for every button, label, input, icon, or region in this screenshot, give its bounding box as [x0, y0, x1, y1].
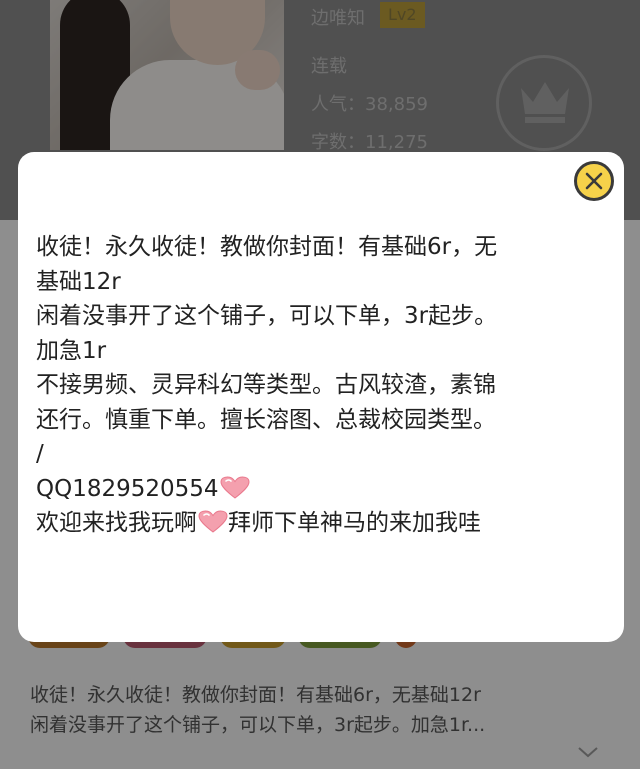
- heart-icon: [220, 475, 250, 499]
- close-button[interactable]: [574, 161, 614, 201]
- qq-number[interactable]: QQ1829520554: [36, 476, 219, 502]
- welcome-text: 欢迎来找我玩啊: [36, 510, 197, 536]
- novel-detail-page: 边唯知 Lv2 连载 人气：38,859 字数：11,275 收徒！永久收徒！教…: [0, 0, 640, 769]
- qq-line: QQ1829520554: [36, 472, 596, 507]
- welcome-text: 拜师下单神马的来加我哇: [228, 510, 481, 536]
- heart-icon: [198, 510, 228, 533]
- welcome-line: 欢迎来找我玩啊 拜师下单神马的来加我哇: [36, 506, 596, 541]
- modal-description-text: 收徒！永久收徒！教做你封面！有基础6r，无 基础12r 闲着没事开了这个铺子，可…: [36, 230, 596, 541]
- modal-text-line: 基础12r: [36, 268, 121, 295]
- modal-text-line: 加急1r: [36, 337, 107, 364]
- close-icon: [585, 172, 603, 190]
- modal-text-line: /: [36, 441, 44, 467]
- modal-text-line: 还行。慎重下单。擅长溶图、总裁校园类型。: [36, 406, 496, 433]
- modal-text-line: 闲着没事开了这个铺子，可以下单，3r起步。: [36, 303, 498, 329]
- modal-text-line: 收徒！永久收徒！教做你封面！有基础6r，无: [36, 234, 498, 260]
- modal-text-line: 不接男频、灵异科幻等类型。古风较渣，素锦: [36, 372, 496, 398]
